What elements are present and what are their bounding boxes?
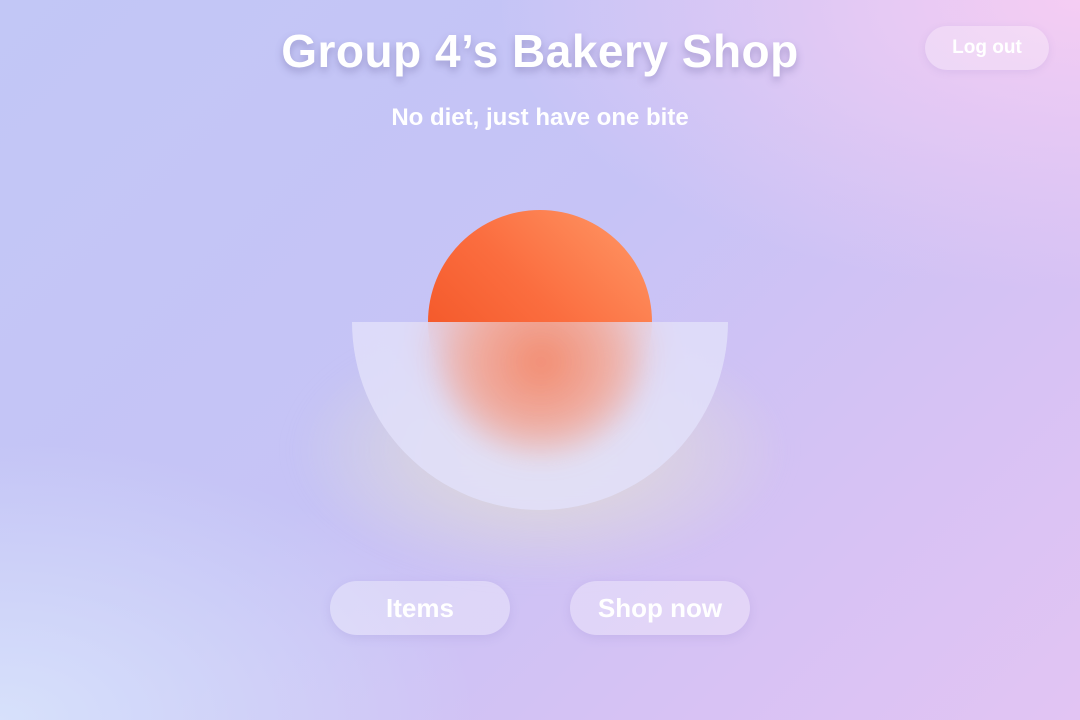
logout-button[interactable]: Log out [925,26,1049,70]
tagline: No diet, just have one bite [391,104,689,131]
shop-now-button[interactable]: Shop now [570,581,750,635]
hero-illustration [250,190,830,580]
ball-reflection [436,322,646,462]
items-button[interactable]: Items [330,581,510,635]
page-title: Group 4’s Bakery Shop [281,25,799,77]
